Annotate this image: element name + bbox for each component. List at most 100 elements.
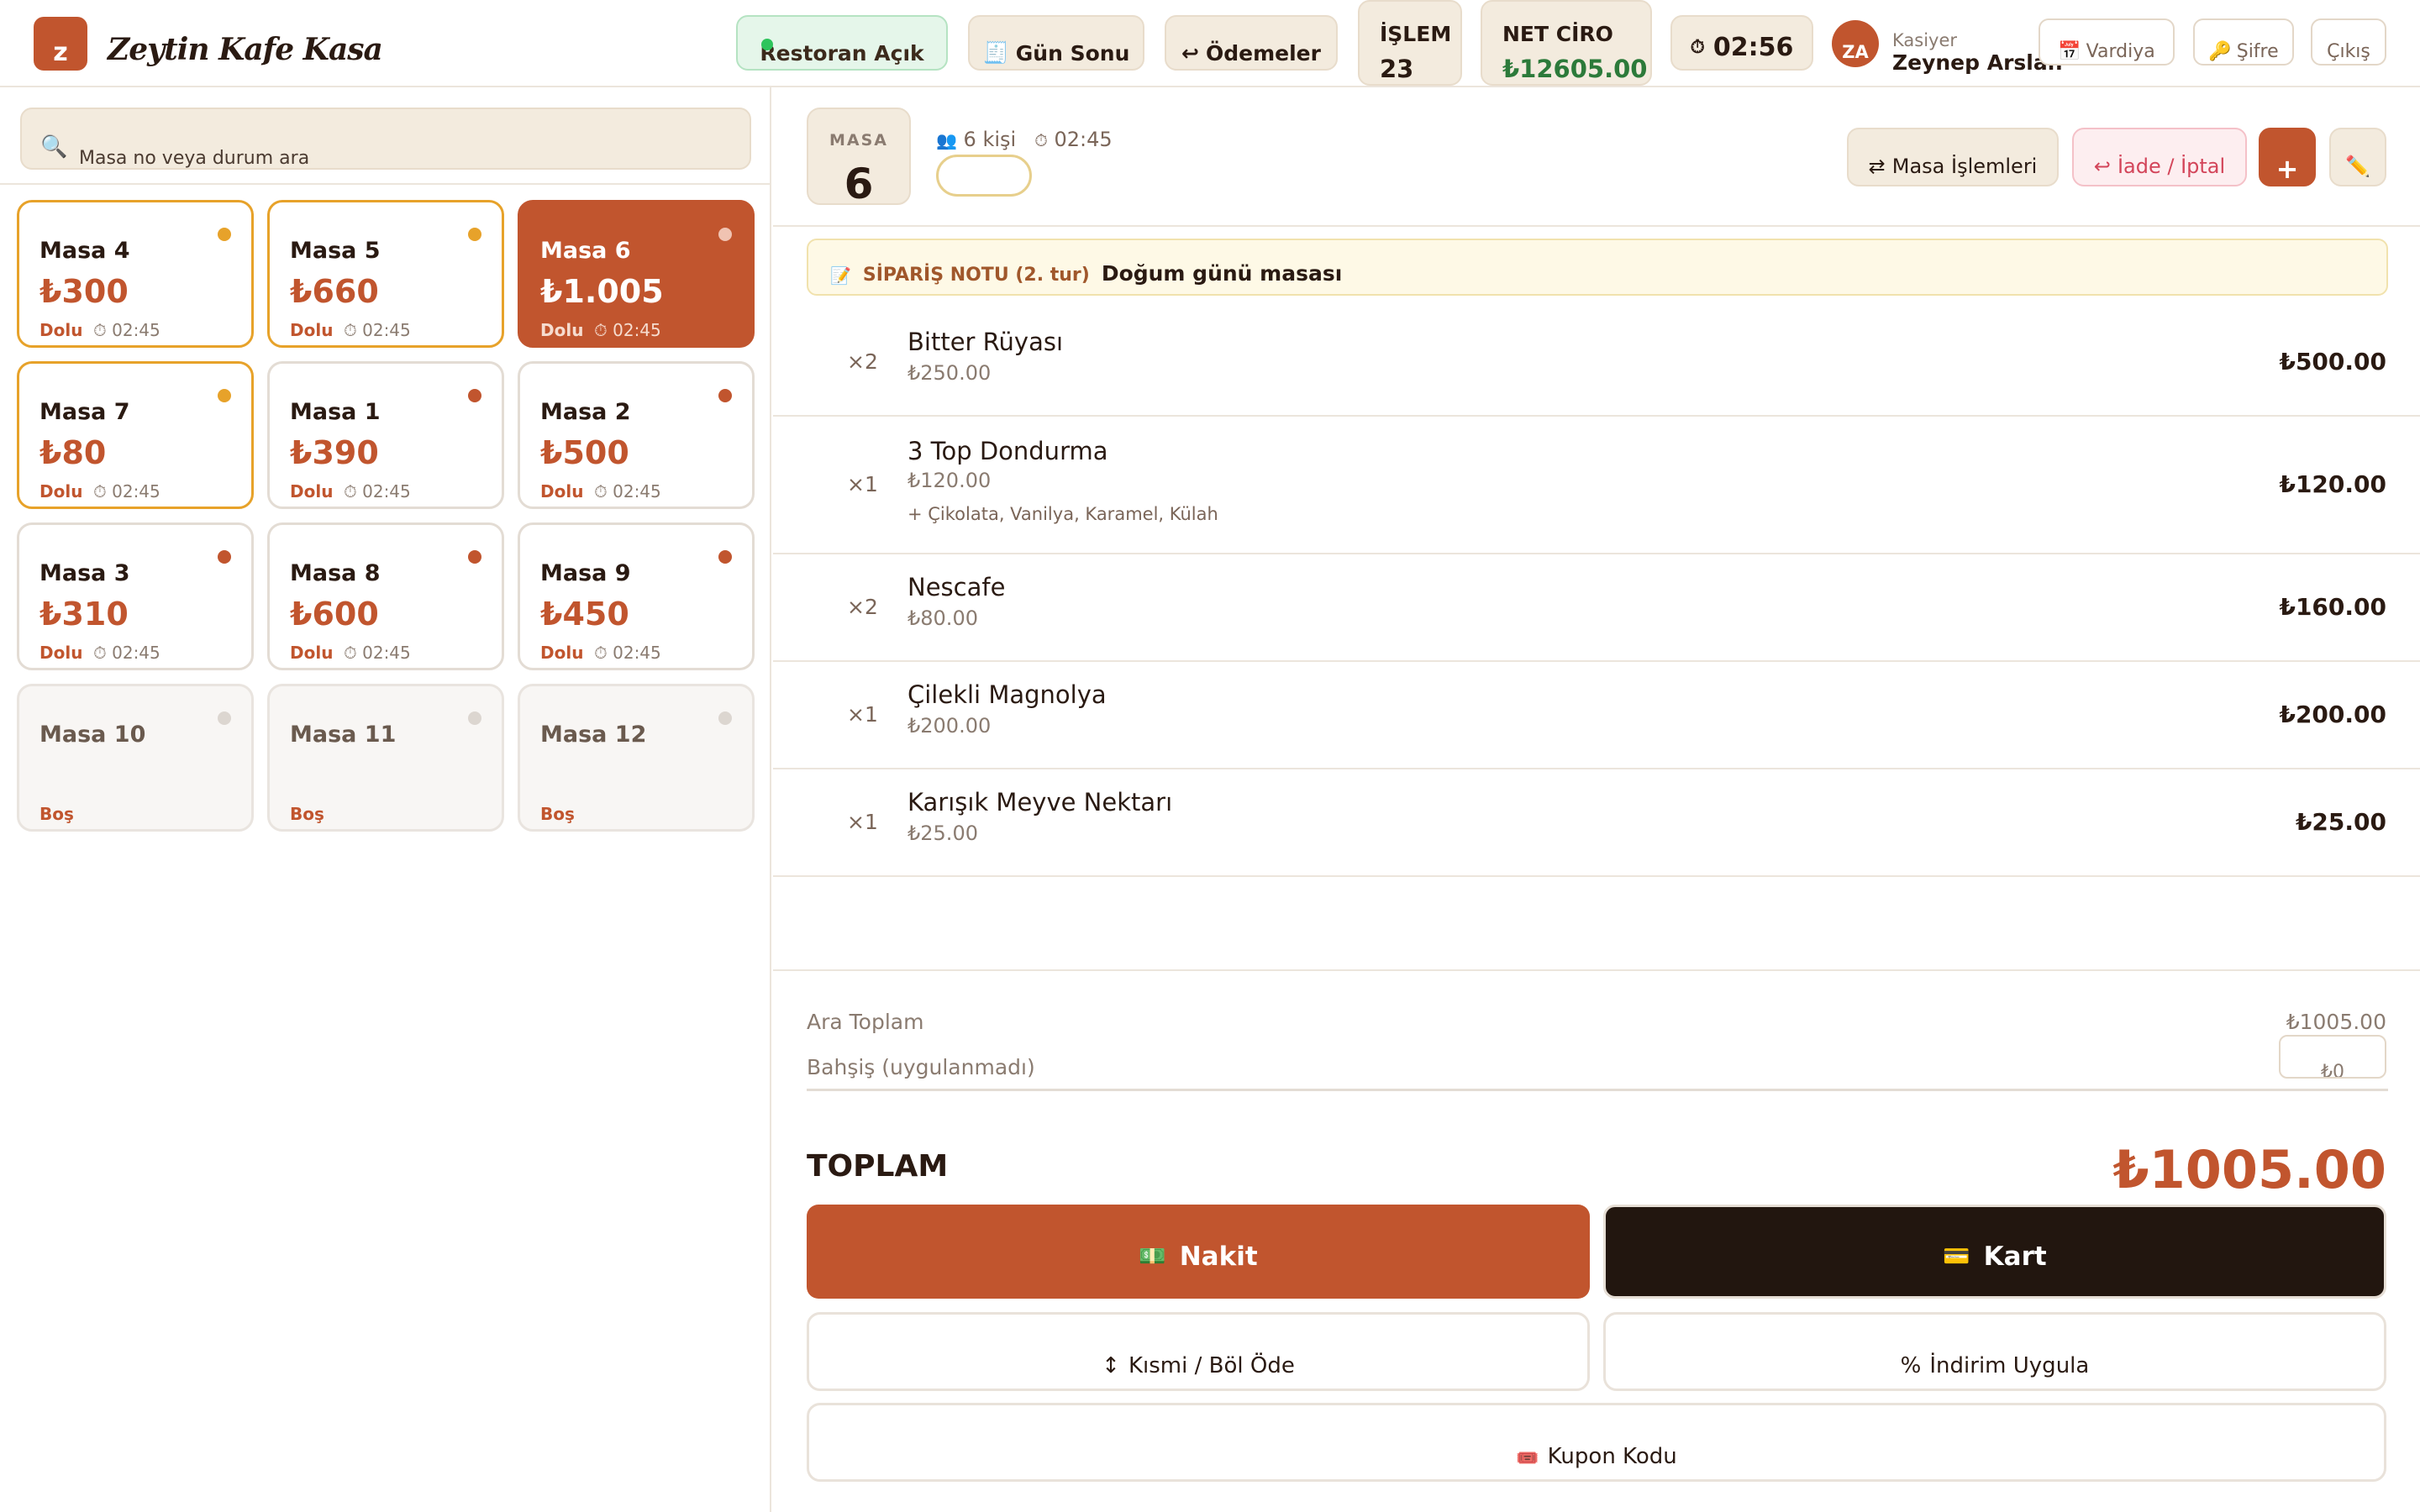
user-avatar: ZA	[1832, 20, 1879, 67]
restaurant-status-button[interactable]: Restoran Açık	[736, 15, 948, 71]
order-item-row[interactable]: ×1 Çilekli Magnolya ₺200.00 ₺200.00	[773, 662, 2420, 769]
add-item-button[interactable]: +	[2259, 128, 2316, 186]
table-amount: ₺600	[290, 596, 379, 633]
search-input[interactable]	[79, 148, 718, 168]
status-dot-icon	[718, 228, 732, 241]
logout-label: Çıkış	[2327, 41, 2370, 62]
order-time-text: 02:45	[1054, 128, 1113, 151]
return-icon: ↩	[1181, 41, 1199, 66]
apply-discount-button[interactable]: % İndirim Uygula	[1603, 1312, 2386, 1391]
table-operations-button[interactable]: ⇄ Masa İşlemleri	[1847, 128, 2059, 186]
item-name: Çilekli Magnolya	[908, 680, 1107, 709]
table-card[interactable]: Masa 6 ₺1.005 Dolu ⏱ 02:45	[518, 200, 755, 348]
item-name: 3 Top Dondurma	[908, 437, 1108, 465]
divider	[807, 1089, 2388, 1091]
coupon-code-button[interactable]: 🎟️ Kupon Kodu	[807, 1403, 2386, 1482]
percent-icon: %	[1900, 1353, 1922, 1378]
table-name: Masa 5	[290, 238, 381, 264]
table-name: Masa 12	[540, 722, 647, 748]
card-label: Kart	[1983, 1242, 2047, 1272]
table-card[interactable]: Masa 2 ₺500 Dolu ⏱ 02:45	[518, 361, 755, 509]
table-card[interactable]: Masa 1 ₺390 Dolu ⏱ 02:45	[267, 361, 504, 509]
table-card[interactable]: Masa 12 Boş	[518, 684, 755, 832]
table-name: Masa 9	[540, 560, 631, 586]
table-card[interactable]: Masa 11 Boş	[267, 684, 504, 832]
tables-panel: 🔍 Masa 4 ₺300 Dolu ⏱ 02:45 Masa 5 ₺660 Dolu ⏱…	[0, 87, 771, 1512]
plus-icon: +	[2275, 153, 2299, 185]
cash-payment-button[interactable]: 💵 Nakit	[807, 1205, 1590, 1299]
order-item-row[interactable]: ×1 3 Top Dondurma ₺120.00 + Çikolata, Vanil…	[773, 417, 2420, 554]
order-item-row[interactable]: ×2 Nescafe ₺80.00 ₺160.00	[773, 554, 2420, 662]
status-dot-icon	[468, 711, 481, 725]
net-revenue-stat: NET CİRO ₺12605.00	[1481, 0, 1652, 86]
order-meta: 👥 6 kişi ⏱ 02:45	[936, 128, 1113, 151]
user-initials: ZA	[1842, 42, 1869, 62]
password-button[interactable]: 🔑 Şifre	[2193, 18, 2294, 66]
table-card[interactable]: Masa 10 Boş	[17, 684, 254, 832]
status-dot-icon	[718, 389, 732, 402]
pos-app: z Zeytin Kafe Kasa Restoran Açık 🧾 Gün S…	[0, 0, 2420, 1512]
receipt-icon: 🧾	[982, 40, 1009, 65]
item-unit-price: ₺80.00	[908, 606, 978, 630]
status-dot-icon	[468, 389, 481, 402]
day-end-label: Gün Sonu	[1015, 41, 1130, 66]
apply-discount-label: İndirim Uygula	[1929, 1353, 2090, 1378]
table-status: Dolu ⏱ 02:45	[290, 320, 411, 340]
table-card[interactable]: Masa 4 ₺300 Dolu ⏱ 02:45	[17, 200, 254, 348]
table-card[interactable]: Masa 9 ₺450 Dolu ⏱ 02:45	[518, 522, 755, 670]
table-card[interactable]: Masa 3 ₺310 Dolu ⏱ 02:45	[17, 522, 254, 670]
table-status-text: Dolu	[540, 320, 584, 340]
split-payment-button[interactable]: ↕ Kısmi / Böl Öde	[807, 1312, 1590, 1391]
item-total: ₺25.00	[2295, 808, 2386, 836]
edit-order-button[interactable]: ✏️	[2329, 128, 2386, 186]
table-status: Dolu ⏱ 02:45	[290, 481, 411, 501]
shift-button[interactable]: 📅 Vardiya	[2039, 18, 2175, 66]
net-revenue-value: ₺12605.00	[1502, 55, 1648, 83]
subtotal-label: Ara Toplam	[807, 1010, 924, 1034]
item-total: ₺500.00	[2279, 348, 2386, 375]
item-total: ₺200.00	[2279, 701, 2386, 728]
status-dot-icon	[218, 711, 231, 725]
card-payment-button[interactable]: 💳 Kart	[1603, 1205, 2386, 1299]
table-card[interactable]: Masa 8 ₺600 Dolu ⏱ 02:45	[267, 522, 504, 670]
table-status-text: Dolu	[290, 320, 334, 340]
table-status-text: Dolu	[290, 481, 334, 501]
table-amount: ₺390	[290, 434, 379, 471]
item-name: Nescafe	[908, 573, 1006, 601]
tip-input[interactable]: ₺0	[2279, 1035, 2386, 1079]
order-time: ⏱ 02:45	[1034, 128, 1112, 151]
order-item-row[interactable]: ×2 Bitter Rüyası ₺250.00 ₺500.00	[773, 309, 2420, 417]
status-dot-icon	[218, 389, 231, 402]
table-time: ⏱ 02:45	[594, 643, 661, 663]
item-quantity: ×1	[847, 472, 878, 496]
table-card[interactable]: Masa 7 ₺80 Dolu ⏱ 02:45	[17, 361, 254, 509]
table-card[interactable]: Masa 5 ₺660 Dolu ⏱ 02:45	[267, 200, 504, 348]
divider	[773, 225, 2420, 227]
clock-icon: ⏱	[1034, 130, 1048, 150]
divider	[0, 183, 771, 185]
payments-button[interactable]: ↩ Ödemeler	[1165, 15, 1338, 71]
logout-button[interactable]: Çıkış	[2311, 18, 2386, 66]
item-unit-price: ₺200.00	[908, 714, 992, 738]
table-time: ⏱ 02:45	[344, 320, 411, 340]
pencil-icon: ✏️	[2345, 155, 2370, 178]
item-total: ₺120.00	[2279, 470, 2386, 498]
refund-cancel-button[interactable]: ↩ İade / İptal	[2072, 128, 2247, 186]
table-amount: ₺300	[39, 273, 129, 310]
guest-count: 👥 6 kişi	[936, 128, 1016, 151]
total-value: ₺1005.00	[2112, 1139, 2386, 1200]
table-status: Dolu ⏱ 02:45	[39, 481, 160, 501]
status-label: Restoran Açık	[760, 41, 924, 66]
table-status: Dolu ⏱ 02:45	[540, 481, 661, 501]
user-role: Kasiyer	[1892, 30, 1958, 50]
table-status: Boş	[540, 804, 575, 824]
table-status-text: Dolu	[540, 643, 584, 663]
table-time: ⏱ 02:45	[344, 481, 411, 501]
app-title: Zeytin Kafe Kasa	[108, 32, 383, 67]
order-item-row[interactable]: ×1 Karışık Meyve Nektarı ₺25.00 ₺25.00	[773, 769, 2420, 877]
day-end-button[interactable]: 🧾 Gün Sonu	[968, 15, 1144, 71]
status-dot-icon	[718, 711, 732, 725]
table-amount: ₺660	[290, 273, 379, 310]
table-status: Boş	[290, 804, 324, 824]
order-tag-input[interactable]	[936, 155, 1032, 197]
